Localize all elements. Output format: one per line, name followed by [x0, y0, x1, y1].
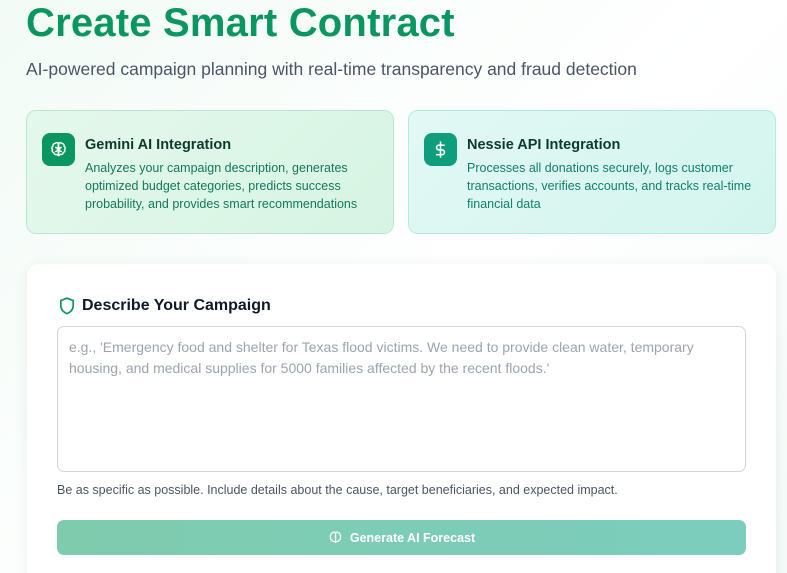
nessie-integration-card: Nessie API Integration Processes all don… — [408, 110, 776, 234]
gemini-integration-card: Gemini AI Integration Analyzes your camp… — [26, 110, 394, 234]
card-title: Gemini AI Integration — [85, 137, 232, 153]
section-title: Describe Your Campaign — [82, 297, 271, 314]
campaign-description-input[interactable] — [57, 326, 746, 472]
shield-icon — [59, 297, 75, 315]
brain-icon — [329, 531, 342, 543]
card-description: Analyzes your campaign description, gene… — [85, 161, 358, 211]
create-contract-page: Create Smart Contract AI-powered campaig… — [0, 0, 787, 573]
button-label: Generate AI Forecast — [349, 530, 476, 545]
brain-icon — [42, 133, 75, 166]
dollar-icon — [424, 133, 457, 166]
card-title: Nessie API Integration — [467, 137, 621, 153]
generate-forecast-button[interactable]: Generate AI Forecast — [57, 520, 746, 555]
card-description: Processes all donations securely, logs c… — [467, 161, 752, 211]
helper-text: Be as specific as possible. Include deta… — [57, 483, 618, 497]
page-title: Create Smart Contract — [26, 1, 455, 45]
page-subtitle: AI-powered campaign planning with real-t… — [26, 59, 637, 79]
